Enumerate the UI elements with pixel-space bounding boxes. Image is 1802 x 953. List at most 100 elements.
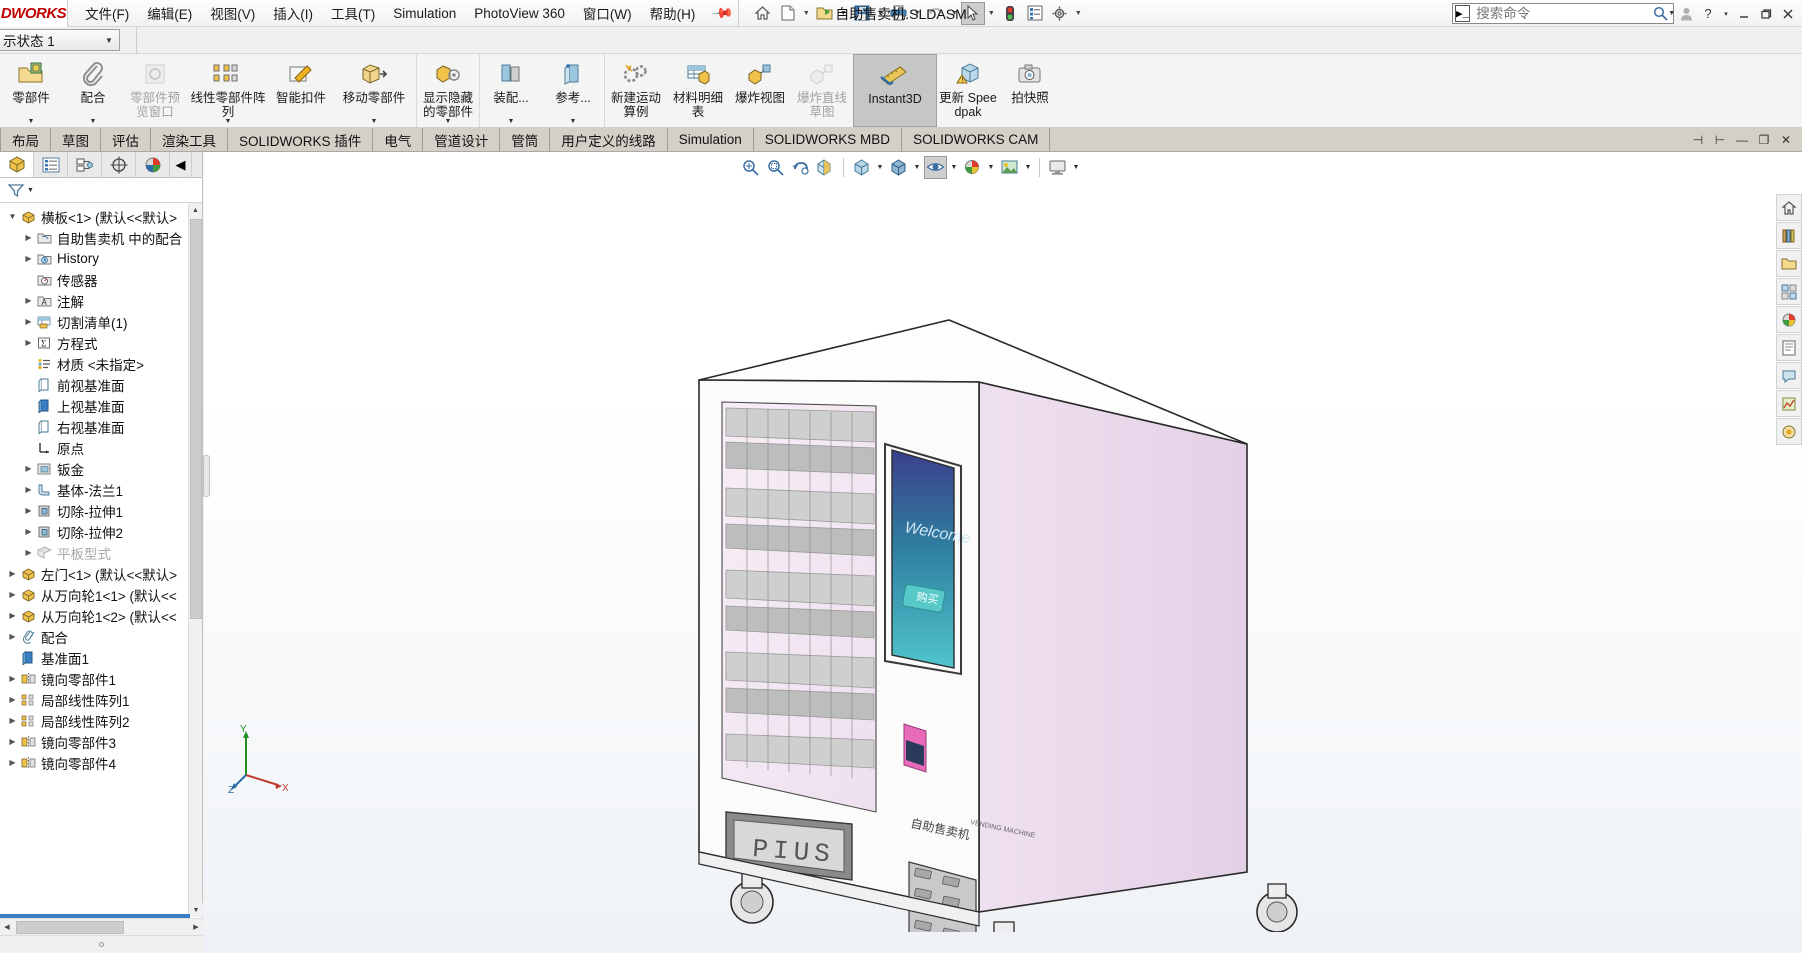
menu-file[interactable]: 文件(F)	[76, 0, 138, 27]
bill-of-materials-button[interactable]: 材料明细表	[667, 54, 729, 127]
instant3d-button[interactable]: Instant3D	[853, 54, 937, 127]
chevron-right-icon[interactable]: ▶	[22, 506, 35, 515]
settings-gear-icon[interactable]	[1048, 2, 1072, 25]
search-command-box[interactable]: ▶_ ▼	[1452, 3, 1675, 24]
new-motion-study-button[interactable]: 新建运动算例	[605, 54, 667, 127]
take-snapshot-button[interactable]: 拍快照	[999, 54, 1061, 127]
move-component-button[interactable]: 移动零部件 ▼	[332, 54, 416, 127]
tree-node[interactable]: 材质 <未指定>	[0, 353, 188, 374]
tab-render-tools[interactable]: 渲染工具	[151, 128, 228, 151]
tree-vertical-scrollbar[interactable]: ▲ ▼	[188, 203, 203, 917]
zoom-to-fit-icon[interactable]	[739, 156, 762, 179]
chevron-right-icon[interactable]: ▶	[22, 254, 35, 263]
print-icon[interactable]	[887, 2, 911, 25]
exploded-view-button[interactable]: 爆炸视图	[729, 54, 791, 127]
chevron-right-icon[interactable]: ▶	[6, 758, 19, 767]
chevron-down-icon[interactable]: ▼	[90, 118, 97, 125]
panel-splitter-grip[interactable]	[203, 455, 210, 497]
tree-node[interactable]: ▶ 从万向轮1<1> (默认<<	[0, 584, 188, 605]
property-manager-tab[interactable]	[34, 152, 68, 177]
chevron-right-icon[interactable]: ▶	[22, 527, 35, 536]
tree-node[interactable]: 原点	[0, 437, 188, 458]
view-orientation-icon[interactable]	[850, 156, 873, 179]
chevron-down-icon[interactable]: ▼	[6, 212, 19, 221]
open-folder-icon[interactable]	[813, 2, 837, 25]
scroll-up-arrow-icon[interactable]: ▲	[189, 203, 202, 217]
pin-icon[interactable]: 📌	[711, 1, 736, 25]
display-style-caret-icon[interactable]: ▼	[912, 156, 922, 179]
chevron-right-icon[interactable]: ▶	[6, 737, 19, 746]
undo-caret-icon[interactable]: ▼	[949, 2, 960, 25]
search-caret-icon[interactable]: ▼	[1668, 10, 1675, 17]
apply-scene-icon[interactable]	[998, 156, 1021, 179]
tree-node[interactable]: ▶ 局部线性阵列2	[0, 710, 188, 731]
scroll-right-arrow-icon[interactable]: ▶	[189, 923, 203, 931]
solidworks-forum-icon[interactable]	[1776, 362, 1802, 389]
dimxpert-manager-tab[interactable]	[102, 152, 136, 177]
scroll-left-arrow-icon[interactable]: ◀	[0, 923, 14, 931]
collapse-panel-button[interactable]: ◀	[170, 152, 192, 177]
tree-node[interactable]: ▶ 自助售卖机 中的配合	[0, 227, 188, 248]
rebuild-traffic-light-icon[interactable]	[998, 2, 1022, 25]
chevron-down-icon[interactable]: ▼	[225, 118, 232, 125]
menu-photoview[interactable]: PhotoView 360	[465, 2, 574, 25]
tab-solidworks-addins[interactable]: SOLIDWORKS 插件	[228, 128, 374, 151]
mate-button[interactable]: 配合 ▼	[62, 54, 124, 127]
section-view-icon[interactable]	[814, 156, 837, 179]
options-list-icon[interactable]	[1023, 2, 1047, 25]
tree-node[interactable]: ▶ Σ 方程式	[0, 332, 188, 353]
feature-tree-filter[interactable]: ▼	[0, 178, 202, 203]
chevron-right-icon[interactable]: ▶	[6, 611, 19, 620]
graphics-viewport[interactable]: ▼ ▼ ▼ ▼ ▼ ▼ Welcome 购买 自助售卖机 VENDING MAC…	[204, 152, 1802, 953]
select-caret-icon[interactable]: ▼	[986, 2, 997, 25]
tab-routing[interactable]: 管道设计	[423, 128, 501, 151]
save-caret-icon[interactable]: ▼	[875, 2, 886, 25]
assembly-features-button[interactable]: 装配... ▼	[480, 54, 542, 127]
tree-node[interactable]: ▶ 钣金	[0, 458, 188, 479]
restore-icon[interactable]	[1756, 3, 1776, 25]
hscroll-thumb[interactable]	[16, 920, 124, 934]
chevron-right-icon[interactable]: ▶	[22, 317, 35, 326]
zoom-to-area-icon[interactable]	[764, 156, 787, 179]
display-style-icon[interactable]	[887, 156, 910, 179]
chevron-right-icon[interactable]: ▶	[22, 296, 35, 305]
menu-edit[interactable]: 编辑(E)	[138, 0, 201, 27]
tree-node[interactable]: ▶ History	[0, 248, 188, 269]
display-state-dropdown[interactable]: 示状态 1 ▼	[0, 29, 120, 51]
menu-simulation[interactable]: Simulation	[384, 2, 465, 25]
view-palette-icon[interactable]	[1776, 278, 1802, 305]
panel-right-icon[interactable]: ⊢	[1712, 133, 1728, 147]
panel-resize-bar[interactable]	[0, 935, 203, 953]
chevron-right-icon[interactable]: ▶	[6, 590, 19, 599]
menu-view[interactable]: 视图(V)	[201, 0, 264, 27]
previous-view-icon[interactable]	[789, 156, 812, 179]
appearances-scenes-icon[interactable]	[1776, 306, 1802, 333]
chevron-right-icon[interactable]: ▶	[6, 632, 19, 641]
configuration-manager-tab[interactable]	[68, 152, 102, 177]
chevron-right-icon[interactable]: ▶	[22, 338, 35, 347]
tab-evaluate[interactable]: 评估	[101, 128, 151, 151]
save-icon[interactable]	[850, 2, 874, 25]
chevron-right-icon[interactable]: ▶	[22, 548, 35, 557]
scroll-thumb[interactable]	[190, 219, 202, 619]
reference-geometry-button[interactable]: 参考... ▼	[542, 54, 604, 127]
tree-node[interactable]: ▶ 镜向零部件1	[0, 668, 188, 689]
search-input[interactable]	[1470, 6, 1654, 21]
view-settings-caret-icon[interactable]: ▼	[1071, 156, 1081, 179]
tab-tubing[interactable]: 管筒	[500, 128, 551, 151]
hide-show-items-icon[interactable]	[924, 155, 947, 179]
chevron-right-icon[interactable]: ▶	[6, 716, 19, 725]
simulation-panel-icon[interactable]	[1776, 390, 1802, 417]
settings-caret-icon[interactable]: ▼	[1073, 2, 1084, 25]
tree-node[interactable]: ▶ 局部线性阵列1	[0, 689, 188, 710]
tree-node[interactable]: ▶ 切割清单(1)	[0, 311, 188, 332]
display-manager-tab[interactable]	[136, 152, 170, 177]
chevron-down-icon[interactable]: ▼	[371, 118, 378, 125]
chevron-right-icon[interactable]: ▶	[22, 485, 35, 494]
tree-node[interactable]: 上视基准面	[0, 395, 188, 416]
chevron-down-icon[interactable]: ▼	[99, 36, 119, 45]
magnifier-icon[interactable]	[1653, 6, 1668, 21]
feature-manager-tab[interactable]	[0, 152, 34, 177]
chevron-down-icon[interactable]: ▼	[570, 118, 577, 125]
tab-sketch[interactable]: 草图	[51, 128, 101, 151]
